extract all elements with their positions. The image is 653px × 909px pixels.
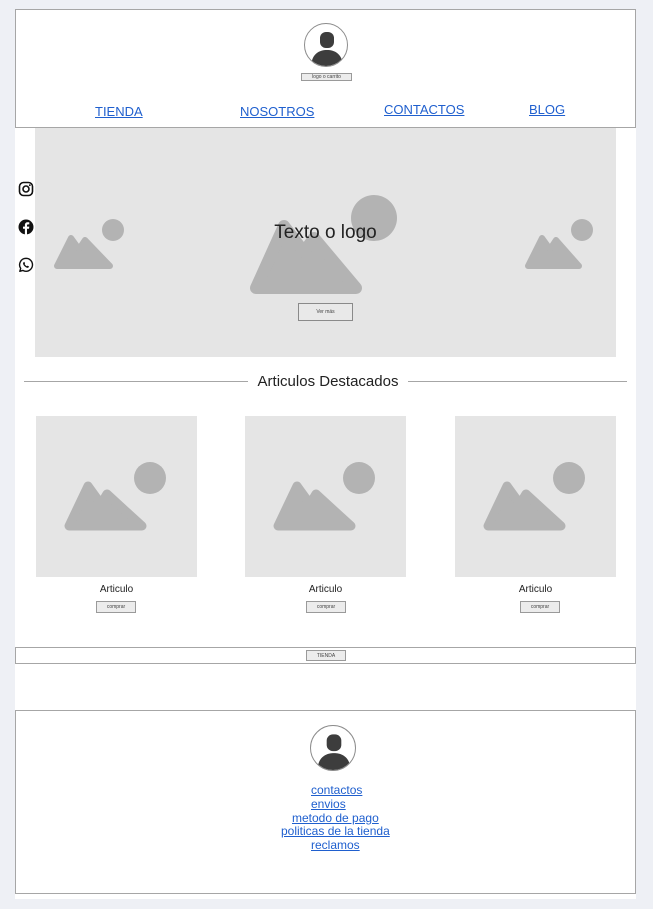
header: logo o carrito TIENDA NOSOTROS CONTACTOS…: [15, 9, 636, 128]
page: logo o carrito TIENDA NOSOTROS CONTACTOS…: [15, 9, 636, 899]
nav-nosotros[interactable]: NOSOTROS: [240, 104, 314, 119]
user-icon: [311, 32, 343, 66]
featured-divider-left: [24, 381, 248, 382]
store-bar: TIENDA: [15, 647, 636, 664]
hero-slide-left[interactable]: [35, 128, 145, 357]
buy-button[interactable]: comprar: [306, 601, 346, 613]
hero-slide-right[interactable]: [506, 128, 616, 357]
article-name: Articulo: [518, 584, 553, 595]
nav-tienda[interactable]: TIENDA: [95, 104, 143, 119]
facebook-icon[interactable]: [18, 219, 34, 235]
user-icon: [317, 734, 351, 770]
article-name: Articulo: [99, 584, 134, 595]
hero-title: Texto o logo: [274, 222, 377, 243]
image-placeholder-icon: [273, 462, 375, 531]
buy-button[interactable]: comprar: [520, 601, 560, 613]
hero-carousel: Texto o logo Ver más: [35, 128, 616, 357]
nav-contactos[interactable]: CONTACTOS: [384, 102, 464, 117]
hero-see-more-button[interactable]: Ver más: [298, 303, 353, 321]
footer: contactos envios metodo de pago politica…: [15, 710, 636, 894]
logo-avatar[interactable]: [304, 23, 348, 67]
image-placeholder-icon: [483, 462, 585, 531]
nav-blog[interactable]: BLOG: [529, 102, 565, 117]
footer-link-reclamos[interactable]: reclamos: [311, 839, 360, 852]
whatsapp-icon[interactable]: [18, 257, 34, 273]
hero-slide-main[interactable]: Texto o logo Ver más: [146, 128, 505, 357]
featured-title: Articulos Destacados: [257, 373, 399, 390]
image-placeholder-icon: [64, 462, 166, 531]
featured-divider-right: [408, 381, 627, 382]
footer-link-contactos[interactable]: contactos: [311, 784, 362, 797]
footer-link-politicas[interactable]: politicas de la tienda: [281, 825, 390, 838]
image-placeholder-icon: [54, 219, 124, 269]
instagram-icon[interactable]: [18, 181, 34, 197]
store-button[interactable]: TIENDA: [306, 650, 346, 661]
image-placeholder-icon: [525, 219, 593, 269]
footer-link-envios[interactable]: envios: [311, 798, 346, 811]
article-image[interactable]: [36, 416, 197, 577]
article-image[interactable]: [245, 416, 406, 577]
article-name: Articulo: [308, 584, 343, 595]
logo-cart-button[interactable]: logo o carrito: [301, 73, 352, 81]
footer-logo-avatar: [310, 725, 356, 771]
article-image[interactable]: [455, 416, 616, 577]
buy-button[interactable]: comprar: [96, 601, 136, 613]
